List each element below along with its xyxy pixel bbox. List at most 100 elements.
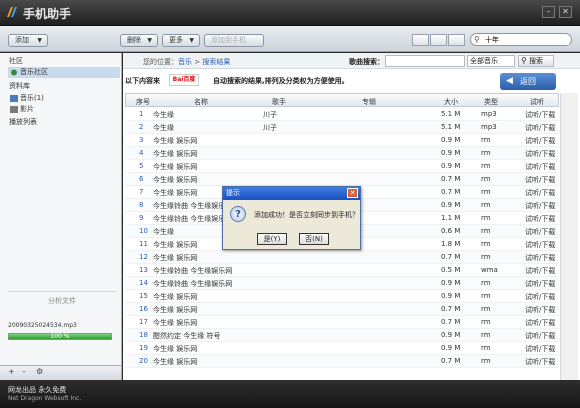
back-button[interactable]: ◀ 返回 — [500, 73, 556, 90]
column-header-type[interactable]: 类型 — [484, 97, 498, 107]
breadcrumb: 您的位置：音乐 > 搜索结果 — [143, 57, 230, 67]
cell-listen[interactable]: 试听/下载 — [525, 123, 555, 133]
table-row[interactable]: 15 今生缘 娱乐网 0.9 M rm 试听/下载 — [125, 290, 559, 303]
table-row[interactable]: 17 今生缘 娱乐网 0.7 M rm 试听/下载 — [125, 316, 559, 329]
cell-listen[interactable]: 试听/下载 — [525, 292, 555, 302]
add-playlist-icon[interactable]: + — [8, 367, 15, 376]
cell-type: mp3 — [481, 123, 497, 131]
column-header-album[interactable]: 专辑 — [362, 97, 376, 107]
cell-size: 0.9 M — [441, 149, 461, 157]
cell-listen[interactable]: 试听/下载 — [525, 214, 555, 224]
cell-index: 12 — [139, 253, 148, 261]
cover-view-button[interactable] — [448, 34, 465, 46]
dialog-close-icon[interactable]: ✕ — [347, 188, 358, 198]
cell-size: 1.8 M — [441, 240, 461, 248]
cell-size: 0.9 M — [441, 201, 461, 209]
cell-listen[interactable]: 试听/下载 — [525, 253, 555, 263]
sidebar-item-music-community[interactable]: 音乐社区 — [8, 67, 120, 78]
cell-index: 9 — [139, 214, 144, 222]
more-button[interactable]: 更多 ▼ — [162, 34, 200, 47]
yes-button[interactable]: 是(Y) — [257, 233, 287, 245]
table-row[interactable]: 3 今生缘 娱乐网 0.9 M rm 试听/下载 — [125, 134, 559, 147]
table-row[interactable]: 6 今生缘 娱乐网 0.7 M rm 试听/下载 — [125, 173, 559, 186]
song-search-button[interactable]: ⚲ 搜索 — [518, 55, 554, 67]
column-header-listen[interactable]: 试听 — [530, 97, 544, 107]
table-row[interactable]: 12 今生缘 娱乐网 0.7 M rm 试听/下载 — [125, 251, 559, 264]
list-view-button[interactable] — [412, 34, 429, 46]
close-icon[interactable]: ✕ — [559, 6, 572, 18]
cell-type: rm — [481, 188, 491, 196]
no-button[interactable]: 否(N) — [299, 233, 329, 245]
cell-name: 今生缘 娱乐网 — [153, 319, 198, 327]
table-row[interactable]: 2 今生缘 川子 5.1 M mp3 试听/下载 — [125, 121, 559, 134]
cell-listen[interactable]: 试听/下载 — [525, 240, 555, 250]
cell-name: 今生缘 娱乐网 — [153, 163, 198, 171]
column-header-size[interactable]: 大小 — [444, 97, 458, 107]
cell-listen[interactable]: 试听/下载 — [525, 175, 555, 185]
cell-listen[interactable]: 试听/下载 — [525, 279, 555, 289]
cell-listen[interactable]: 试听/下载 — [525, 318, 555, 328]
table-row[interactable]: 14 今生缘铃曲 今生缘娱乐网 0.9 M rm 试听/下载 — [125, 277, 559, 290]
gear-icon[interactable]: ⚙ — [36, 367, 43, 376]
cell-size: 0.9 M — [441, 162, 461, 170]
cell-name: 今生缘 娱乐网 — [153, 345, 198, 353]
cell-listen[interactable]: 试听/下载 — [525, 344, 555, 354]
cell-size: 0.7 M — [441, 253, 461, 261]
cell-type: wma — [481, 266, 498, 274]
table-row[interactable]: 5 今生缘 娱乐网 0.9 M rm 试听/下载 — [125, 160, 559, 173]
cell-listen[interactable]: 试听/下载 — [525, 149, 555, 159]
cell-listen[interactable]: 试听/下载 — [525, 188, 555, 198]
cell-listen[interactable]: 试听/下载 — [525, 136, 555, 146]
minimize-button[interactable]: – — [542, 6, 555, 18]
cell-listen[interactable]: 试听/下载 — [525, 201, 555, 211]
add-button[interactable]: 添加 ▼ — [8, 34, 48, 47]
search-box[interactable]: ⚲ — [470, 33, 572, 46]
search-input[interactable] — [485, 35, 569, 45]
column-header-name[interactable]: 名称 — [194, 97, 208, 107]
breadcrumb-music-link[interactable]: 音乐 — [178, 58, 192, 66]
table-row[interactable]: 19 今生缘 娱乐网 0.9 M rm 试听/下载 — [125, 342, 559, 355]
column-header-singer[interactable]: 歌手 — [272, 97, 286, 107]
cell-listen[interactable]: 试听/下载 — [525, 266, 555, 276]
sidebar-section-community: 社区 — [9, 57, 23, 65]
remove-playlist-icon[interactable]: – — [22, 367, 26, 376]
table-row[interactable]: 20 今生缘 娱乐网 0.7 M rm 试听/下载 — [125, 355, 559, 368]
delete-button[interactable]: 删除 ▼ — [120, 34, 158, 47]
add-to-phone-button[interactable]: 添加到手机 — [204, 34, 264, 47]
cell-listen[interactable]: 试听/下载 — [525, 305, 555, 315]
cell-index: 4 — [139, 149, 144, 157]
cell-type: rm — [481, 253, 491, 261]
cell-name: 今生缘 娱乐网 — [153, 176, 198, 184]
song-search-input[interactable] — [385, 55, 465, 67]
vertical-scrollbar[interactable] — [560, 93, 578, 380]
cell-index: 13 — [139, 266, 148, 274]
music-category-select[interactable]: 全部音乐 — [467, 55, 515, 67]
cell-type: rm — [481, 175, 491, 183]
cell-listen[interactable]: 试听/下载 — [525, 357, 555, 367]
table-row[interactable]: 16 今生缘 娱乐网 0.7 M rm 试听/下载 — [125, 303, 559, 316]
breadcrumb-bar: 您的位置：音乐 > 搜索结果 歌曲搜索： 全部音乐 ⚲ 搜索 — [123, 53, 580, 69]
cell-index: 14 — [139, 279, 148, 287]
sidebar-item-music[interactable]: 音乐(1) — [8, 93, 120, 104]
cell-listen[interactable]: 试听/下载 — [525, 110, 555, 120]
grid-view-button[interactable] — [430, 34, 447, 46]
cell-listen[interactable]: 试听/下载 — [525, 331, 555, 341]
sidebar-item-video[interactable]: 影片 — [8, 104, 120, 115]
table-row[interactable]: 4 今生缘 娱乐网 0.9 M rm 试听/下载 — [125, 147, 559, 160]
table-row[interactable]: 1 今生缘 川子 5.1 M mp3 试听/下载 — [125, 108, 559, 121]
cell-name: 今生缘 — [153, 111, 174, 119]
sidebar-section-playlist[interactable]: 播放列表 — [9, 117, 37, 127]
cell-name: 今生缘 娱乐网 — [153, 293, 198, 301]
column-header-index[interactable]: 序号 — [136, 97, 150, 107]
breadcrumb-search-results[interactable]: 搜索结果 — [202, 58, 230, 66]
cell-listen[interactable]: 试听/下载 — [525, 162, 555, 172]
cell-type: rm — [481, 318, 491, 326]
globe-icon — [11, 69, 17, 76]
table-row[interactable]: 13 今生缘铃曲 今生缘娱乐网 0.5 M wma 试听/下载 — [125, 264, 559, 277]
table-row[interactable]: 18 酣然约定 今生缘 符号 0.9 M rm 试听/下载 — [125, 329, 559, 342]
cell-type: rm — [481, 162, 491, 170]
cell-index: 10 — [139, 227, 148, 235]
back-label: 返回 — [520, 77, 536, 86]
cell-name: 今生缘 娱乐网 — [153, 189, 198, 197]
cell-listen[interactable]: 试听/下载 — [525, 227, 555, 237]
